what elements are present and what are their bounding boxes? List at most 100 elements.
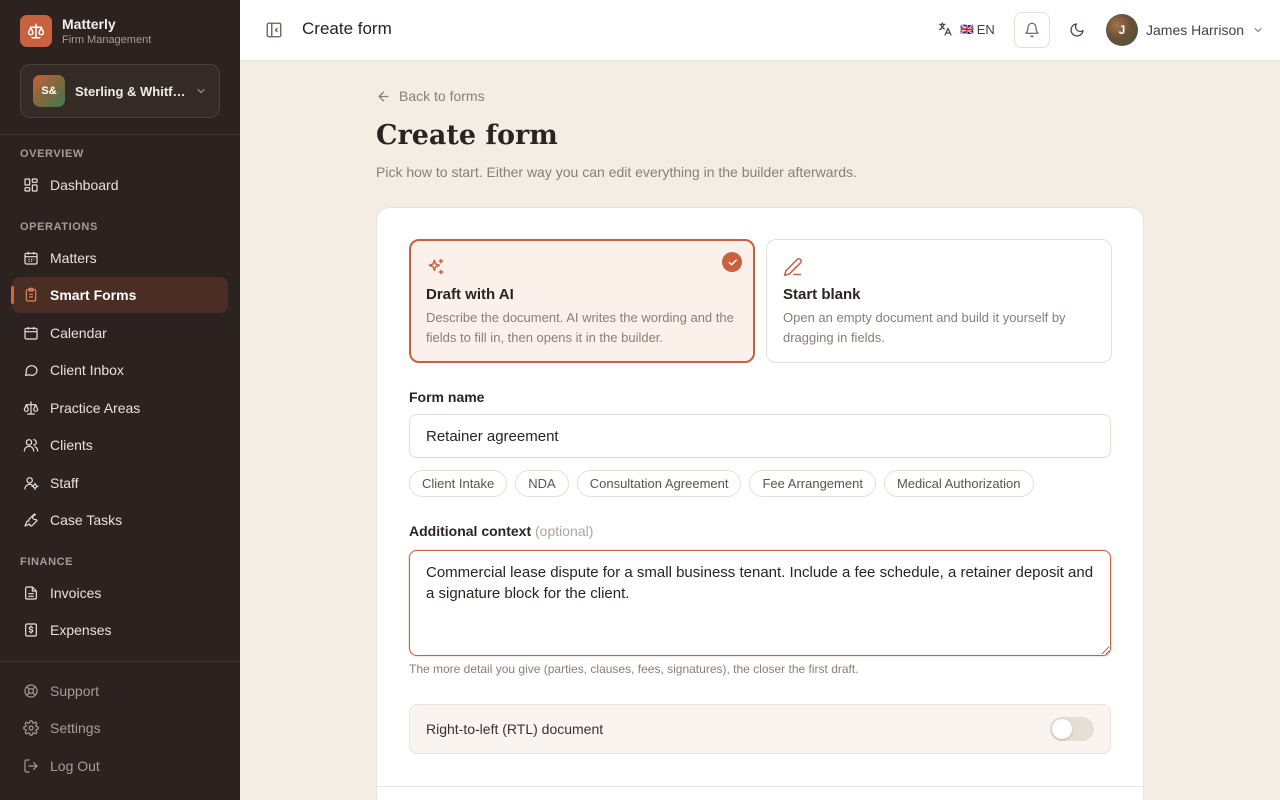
option-title: Start blank [783,286,861,303]
avatar: J [1106,14,1138,46]
sidebar-item-dashboard[interactable]: Dashboard [12,167,228,203]
sidebar-item-clients[interactable]: Clients [12,427,228,463]
app-subtitle: Firm Management [62,33,152,46]
section-label-operations: OPERATIONS [20,221,98,233]
rtl-setting-row: Right-to-left (RTL) document [409,704,1111,754]
logout-icon [24,759,38,773]
firm-name: Sterling & Whitfield [75,83,187,99]
sidebar-item-support[interactable]: Support [12,673,228,709]
sidebar-toggle-icon[interactable] [265,21,283,39]
section-label-finance: FINANCE [20,556,74,568]
sidebar-item-label: Log Out [50,758,100,774]
sidebar-item-label: Support [50,683,100,699]
translate-icon [939,22,952,36]
sidebar-item-label: Staff [50,475,79,491]
flag-icon: 🇬🇧 [960,23,974,36]
back-label: Back to forms [399,88,485,104]
additional-context-textarea[interactable]: Commercial lease dispute for a small bus… [409,550,1111,656]
option-description: Open an empty document and build it your… [783,310,1066,345]
bell-icon [1025,22,1039,38]
notifications-button[interactable] [1014,12,1050,48]
chevron-down-icon [1254,27,1262,33]
draft-with-ai-option[interactable]: Draft with AI Describe the document. AI … [409,239,755,363]
form-name-input[interactable] [409,414,1111,458]
option-title: Draft with AI [426,286,514,303]
calendar-icon [24,327,38,340]
language-label: EN [976,21,995,37]
check-icon [722,252,742,272]
firm-avatar: S& [33,75,65,107]
template-chip-consultation-agreement[interactable]: Consultation Agreement [576,470,742,497]
chevron-down-icon [197,88,205,94]
sidebar: Matterly Firm Management S& Sterling & W… [0,0,240,800]
sidebar-item-staff[interactable]: Staff [12,465,228,501]
sidebar-item-smart-forms[interactable]: Smart Forms [11,277,228,313]
gear-icon [23,720,39,736]
page-title: Create form [376,120,558,151]
sidebar-item-logout[interactable]: Log Out [12,748,228,784]
sidebar-item-label: Matters [50,250,97,266]
sidebar-item-case-tasks[interactable]: Case Tasks [12,502,228,538]
dashboard-icon [24,178,38,192]
scales-icon [23,401,39,415]
sidebar-item-invoices[interactable]: Invoices [12,575,228,611]
optional-tag: (optional) [535,523,594,539]
sidebar-item-expenses[interactable]: Expenses [12,612,228,648]
context-hint: The more detail you give (parties, claus… [409,662,859,676]
sidebar-item-label: Case Tasks [50,512,123,528]
topbar-title: Create form [302,19,392,38]
document-icon [25,586,37,600]
toggle-knob [1052,719,1072,739]
create-form-card: Draft with AI Describe the document. AI … [376,207,1144,800]
option-description: Describe the document. AI writes the wor… [426,310,734,345]
page-subtitle: Pick how to start. Either way you can ed… [376,164,857,180]
template-chip-fee-arrangement[interactable]: Fee Arrangement [749,470,876,497]
context-label: Additional context (optional) [409,523,593,539]
rtl-toggle[interactable] [1050,717,1094,741]
sidebar-item-label: Settings [50,720,101,736]
moon-icon[interactable] [1069,22,1085,38]
sidebar-item-practice-areas[interactable]: Practice Areas [12,390,228,426]
sidebar-item-label: Practice Areas [50,400,141,416]
sidebar-item-label: Smart Forms [50,287,137,303]
template-chips: Client Intake NDA Consultation Agreement… [409,470,1042,497]
start-blank-option[interactable]: Start blank Open an empty document and b… [766,239,1112,363]
sidebar-item-label: Calendar [50,325,107,341]
wrench-icon [24,513,38,527]
section-label-overview: OVERVIEW [20,148,84,160]
calendar-icon [24,252,38,265]
sidebar-divider [0,134,240,135]
form-name-label: Form name [409,389,485,405]
chat-icon [24,365,38,377]
users-icon [23,439,39,452]
brand[interactable]: Matterly Firm Management [20,15,151,47]
sidebar-item-label: Invoices [50,585,102,601]
scales-logo-icon [20,15,52,47]
topbar: Create form 🇬🇧 EN J James Harrison [240,0,1280,61]
language-switcher[interactable]: 🇬🇧 EN [937,21,995,37]
user-name: James Harrison [1146,22,1245,38]
template-chip-medical-authorization[interactable]: Medical Authorization [883,470,1034,497]
lifebuoy-icon [24,684,38,698]
sidebar-divider [0,661,240,662]
back-to-forms-link[interactable]: Back to forms [376,88,485,104]
sidebar-item-label: Expenses [50,622,112,638]
clipboard-icon [25,287,37,302]
pencil-icon [783,258,802,277]
firm-switcher[interactable]: S& Sterling & Whitfield [20,64,220,118]
sidebar-item-label: Dashboard [50,177,119,193]
sidebar-item-settings[interactable]: Settings [12,710,228,746]
sidebar-item-label: Client Inbox [50,362,124,378]
sidebar-item-calendar[interactable]: Calendar [12,315,228,351]
template-chip-nda[interactable]: NDA [515,470,569,497]
card-footer-divider [377,786,1143,787]
arrow-left-icon [378,91,389,101]
sidebar-item-matters[interactable]: Matters [12,240,228,276]
user-menu[interactable]: J James Harrison [1106,14,1264,46]
rtl-label: Right-to-left (RTL) document [426,721,604,737]
sidebar-item-client-inbox[interactable]: Client Inbox [12,352,228,388]
sparkles-icon [428,258,444,275]
template-chip-client-intake[interactable]: Client Intake [409,470,508,497]
context-label-text: Additional context [409,523,532,539]
dollar-doc-icon [25,623,37,637]
